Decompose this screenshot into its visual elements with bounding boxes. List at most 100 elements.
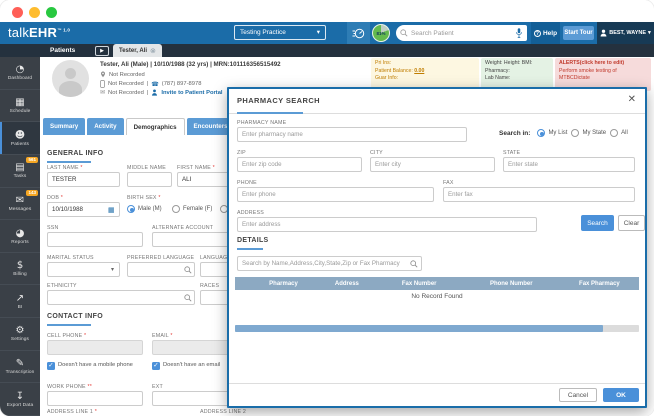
schedule-icon: ▦ [15,97,24,108]
chevron-down-icon: ▾ [648,30,651,36]
birth-sex-female-option[interactable]: Female (F) [172,205,212,213]
patient-balance-link[interactable]: 0.00 [414,68,424,74]
state-input[interactable] [503,157,635,172]
sidebar-item-reports[interactable]: ◕Reports [0,220,40,253]
bi-chart-icon: ↗ [16,293,24,304]
calendar-icon[interactable]: ▦ [108,206,115,214]
timer-button[interactable] [347,22,370,44]
results-table-header: Pharmacy Address Fax Number Phone Number… [235,277,639,290]
start-tour-button[interactable]: Start Tour [563,26,594,40]
search-icon [400,29,408,37]
sidebar-item-tasks[interactable]: 561▤Tasks [0,155,40,188]
tasks-count-badge: 561 [26,157,38,163]
search-patient-input[interactable] [411,30,512,37]
ethnicity-input[interactable] [47,290,195,305]
checkbox-checked-icon: ✓ [47,362,55,370]
messages-icon: ✉ [16,195,24,206]
transcription-icon: ✎ [16,358,24,369]
sidebar-item-settings[interactable]: ⚙Settings [0,318,40,351]
completion-meter[interactable]: 81% [372,24,390,42]
patient-search [396,25,527,41]
patient-chart-tabs: Summary Activity Demographics Encounters [43,118,235,135]
details-heading: DETAILS [237,237,269,244]
sidebar-item-bi[interactable]: ↗BI [0,285,40,318]
scrollbar-thumb[interactable] [235,325,603,332]
cancel-button[interactable]: Cancel [559,388,597,402]
marital-status-select[interactable] [47,262,120,277]
patient-email-line: ✉ Not Recorded | Invite to Patient Porta… [100,89,223,96]
work-phone-input[interactable] [47,391,143,406]
search-icon[interactable] [184,294,192,302]
module-tab-strip: Patients ▶ Tester, Ali ⊗ [0,44,654,57]
no-mobile-checkbox[interactable]: ✓ Doesn't have a mobile phone [47,362,145,370]
cell-phone-input [47,340,143,355]
search-icon [410,260,418,268]
microphone-icon[interactable] [515,27,523,39]
invite-portal-link[interactable]: Invite to Patient Portal [161,90,222,96]
sidebar-item-export-data[interactable]: ↧Export Data [0,383,40,416]
close-icon[interactable]: ✕ [628,94,636,105]
play-icon: ▶ [100,48,104,54]
close-tab-icon[interactable]: ⊗ [150,47,156,55]
chevron-down-icon: ▾ [317,26,320,39]
search-in-group: Search in: My List My State All [499,129,628,137]
search-in-my-list[interactable]: My List [537,129,567,137]
billing-icon: $ [17,260,23,271]
sidebar-item-schedule[interactable]: ▦Schedule [0,90,40,123]
pharmacy-search-modal: PHARMACY SEARCH ✕ PHARMACY NAME Search i… [227,87,647,408]
tab-summary[interactable]: Summary [43,118,85,135]
sidebar-item-billing[interactable]: $Billing [0,253,40,286]
last-name-input[interactable] [47,172,120,187]
close-window-button[interactable] [12,7,23,18]
ssn-input[interactable] [47,232,143,247]
empty-results-text: No Record Found [229,293,645,300]
modal-title: PHARMACY SEARCH [237,96,320,105]
patient-name-line: Tester, Ali (Male) | 10/10/1988 (32 yrs)… [100,61,281,68]
patient-address-line: Not Recorded [100,71,145,78]
contact-info-heading: CONTACT INFO [47,313,103,320]
radio-icon [610,129,618,137]
radio-icon [571,129,579,137]
tab-demographics[interactable]: Demographics [126,118,185,135]
pharmacy-name-input[interactable] [237,127,467,142]
practice-selector[interactable]: Testing Practice ▾ [234,25,326,40]
tab-scroll-button[interactable]: ▶ [95,46,109,56]
mobile-phone-icon [100,80,105,88]
question-circle-icon: ? [534,30,541,37]
sidebar-item-messages[interactable]: 143✉Messages [0,188,40,221]
zoom-window-button[interactable] [46,7,57,18]
search-button[interactable]: Search [581,215,614,231]
module-label: Patients [50,47,75,54]
fax-input[interactable] [443,187,635,202]
checkbox-checked-icon: ✓ [152,362,160,370]
search-in-all[interactable]: All [610,129,628,137]
details-filter-input[interactable] [237,256,422,271]
search-in-my-state[interactable]: My State [571,129,606,137]
sidebar-item-patients[interactable]: ☻Patients [0,122,40,155]
sidebar-item-transcription[interactable]: ✎Transcription [0,351,40,384]
patient-tab-tester-ali[interactable]: Tester, Ali ⊗ [113,44,162,57]
location-pin-icon [100,71,106,78]
horizontal-scrollbar[interactable] [235,325,639,332]
clear-button[interactable]: Clear [618,215,645,231]
search-icon[interactable] [184,266,192,274]
birth-sex-male-option[interactable]: Male (M) [127,205,162,213]
export-download-icon: ↧ [16,391,24,402]
ok-button[interactable]: OK [603,388,639,402]
middle-name-input[interactable] [127,172,172,187]
chevron-down-icon: ▾ [111,266,114,273]
sidebar-item-dashboard[interactable]: ◔Dashboard [0,57,40,90]
minimize-window-button[interactable] [29,7,40,18]
reports-icon: ◕ [16,228,25,239]
sidebar-nav: ◔Dashboard ▦Schedule ☻Patients 561▤Tasks… [0,57,40,416]
user-menu[interactable]: BEST, WAYNE ▾ [597,22,654,44]
address-input[interactable] [237,217,537,232]
help-button[interactable]: ? Help [531,22,560,44]
radio-selected-icon [127,205,135,213]
tab-activity[interactable]: Activity [87,118,123,135]
phone-input[interactable] [237,187,434,202]
city-input[interactable] [370,157,495,172]
messages-count-badge: 143 [26,190,38,196]
zip-input[interactable] [237,157,362,172]
top-app-bar: talkEHR™ 1.0 Testing Practice ▾ 81% [0,22,654,44]
